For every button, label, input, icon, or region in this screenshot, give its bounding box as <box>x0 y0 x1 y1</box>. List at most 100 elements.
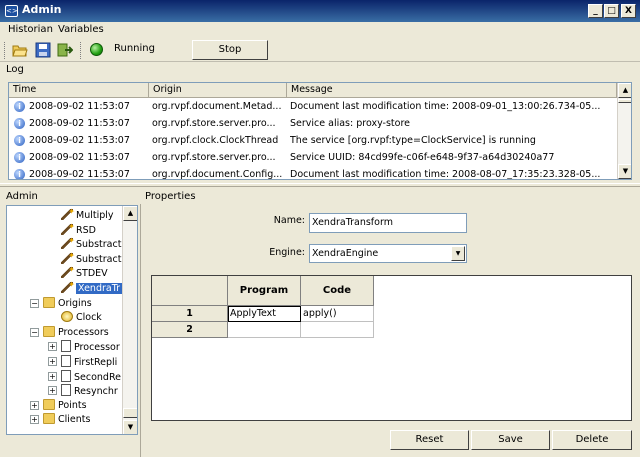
tree-node[interactable]: XendraTr <box>61 278 123 296</box>
log-row[interactable]: i 2008-09-02 11:53:07 org.rvpf.document.Co… <box>9 166 617 180</box>
expand-icon[interactable]: + <box>48 371 57 381</box>
grid-header-code[interactable]: Code <box>301 276 374 306</box>
admin-section-label: Admin <box>6 191 38 202</box>
tree-node[interactable]: RSD <box>61 220 96 238</box>
wand-icon <box>61 249 75 264</box>
tree-node[interactable]: Processors <box>43 325 109 340</box>
expand-icon[interactable]: + <box>30 415 39 425</box>
wand-icon <box>61 263 75 279</box>
expand-icon[interactable]: + <box>30 400 39 410</box>
log-scroll-thumb[interactable] <box>618 99 631 103</box>
maximize-button[interactable]: □ <box>604 4 619 18</box>
tree-node[interactable]: Points <box>43 398 87 413</box>
reset-button[interactable]: Reset <box>390 430 469 450</box>
running-indicator-icon <box>90 43 103 56</box>
panel-splitter[interactable] <box>0 183 640 187</box>
engine-select[interactable]: XendraEngine ▼ <box>309 244 467 263</box>
name-input[interactable]: XendraTransform <box>309 213 467 233</box>
document-icon <box>61 355 71 367</box>
scroll-down-icon[interactable]: ▼ <box>618 164 631 179</box>
log-scrollbar[interactable]: ▲ ▼ <box>617 83 631 179</box>
folder-icon <box>43 296 55 308</box>
grid-cell-code[interactable]: apply() <box>301 306 374 322</box>
log-cell-origin: org.rvpf.document.Config... <box>152 169 283 180</box>
tree-node-label: STDEV <box>76 268 108 280</box>
tree-node[interactable]: SecondRe <box>61 369 121 384</box>
grid-row-header[interactable]: 1 <box>152 306 228 322</box>
tree-scroll-down-icon[interactable]: ▼ <box>123 420 137 434</box>
tree-node-label: Substract <box>76 253 122 265</box>
grid-cell-program[interactable] <box>228 322 301 338</box>
folder-icon <box>43 413 55 425</box>
log-table[interactable]: Time Origin Message i 2008-09-02 11:53:07… <box>8 82 632 180</box>
tree-node-label: Multiply <box>76 210 114 221</box>
minimize-button[interactable]: _ <box>588 4 603 18</box>
grid-header-program[interactable]: Program <box>228 276 301 306</box>
tree-node[interactable]: Resynchr <box>61 384 118 398</box>
folder-icon <box>43 398 55 410</box>
tree-vertical-scrollbar[interactable]: ▲ <box>122 206 137 420</box>
toolbar-grip[interactable] <box>4 42 7 59</box>
log-header-time[interactable]: Time <box>9 83 149 98</box>
chevron-down-icon[interactable]: ▼ <box>451 246 465 261</box>
folder-icon <box>43 325 55 337</box>
log-row[interactable]: i 2008-09-02 11:53:07 org.rvpf.store.serve… <box>9 149 617 166</box>
tree-node-label: Origins <box>58 297 92 309</box>
log-header-message[interactable]: Message <box>287 83 617 98</box>
info-icon: i <box>14 101 25 112</box>
grid-row-header[interactable]: 2 <box>152 322 228 338</box>
tree-node-label: Processor <box>74 342 120 354</box>
folder-open-icon[interactable] <box>12 42 28 58</box>
tree-node-label: FirstRepli <box>74 357 118 368</box>
tree-node[interactable]: Processor <box>61 340 120 354</box>
menu-historian[interactable]: Historian <box>4 23 57 37</box>
tree-scroll-corner: ▼ <box>122 420 137 434</box>
properties-section-label: Properties <box>145 191 196 202</box>
stop-button[interactable]: Stop <box>192 40 268 60</box>
collapse-icon[interactable]: − <box>30 327 39 337</box>
expand-icon[interactable]: + <box>48 357 57 366</box>
save-button[interactable]: Save <box>471 430 550 450</box>
log-cell-message: Document last modification time: 2008-09… <box>290 101 601 112</box>
tree-node-label: Resynchr <box>74 386 118 398</box>
document-icon <box>61 384 71 397</box>
log-cell-message: The service [org.rvpf:type=ClockService]… <box>290 135 536 146</box>
expand-icon[interactable]: + <box>48 342 57 352</box>
menu-variables[interactable]: Variables <box>54 23 108 37</box>
log-cell-time: 2008-09-02 11:53:07 <box>29 101 130 112</box>
log-cell-message: Document last modification time: 2008-08… <box>290 169 601 180</box>
log-cell-time: 2008-09-02 11:53:07 <box>29 135 130 146</box>
close-button[interactable]: X <box>621 4 636 18</box>
grid-cell-code[interactable] <box>301 322 374 338</box>
log-cell-time: 2008-09-02 11:53:07 <box>29 118 130 129</box>
window-title: Admin <box>22 3 62 16</box>
delete-button[interactable]: Delete <box>552 430 632 450</box>
tree-node-label: Substract <box>76 239 122 251</box>
tree-node-label: Processors <box>58 326 109 338</box>
collapse-icon[interactable]: − <box>30 298 39 308</box>
title-bar[interactable]: <> Admin _ □ X <box>0 0 640 22</box>
tree-node[interactable]: Clock <box>61 311 102 325</box>
admin-tree[interactable]: Multiply RSD Substract Substract STDEV Xendra… <box>6 205 138 435</box>
status-text: Running <box>114 43 155 54</box>
log-cell-origin: org.rvpf.document.Metad... <box>152 101 282 112</box>
tree-scroll-up-icon[interactable]: ▲ <box>123 206 137 221</box>
tree-node[interactable]: Clients <box>43 413 90 427</box>
save-icon[interactable] <box>35 42 51 58</box>
tree-node[interactable]: FirstRepli <box>61 355 117 369</box>
wand-icon <box>61 278 75 293</box>
scroll-up-icon[interactable]: ▲ <box>618 83 631 98</box>
log-row[interactable]: i 2008-09-02 11:53:07 org.rvpf.store.serve… <box>9 115 617 132</box>
log-row[interactable]: i 2008-09-02 11:53:07 org.rvpf.document.Me… <box>9 98 617 115</box>
program-grid[interactable]: Program Code 1 ApplyText apply() 2 <box>151 275 632 421</box>
export-icon[interactable] <box>57 42 74 58</box>
grid-cell-program[interactable]: ApplyText <box>228 306 301 322</box>
tree-scroll-thumb[interactable] <box>123 408 137 418</box>
tree-node[interactable]: Origins <box>43 296 92 311</box>
tree-node-label: Clients <box>58 414 91 426</box>
expand-icon[interactable]: + <box>48 386 57 396</box>
engine-select-value: XendraEngine <box>312 248 379 259</box>
log-header-origin[interactable]: Origin <box>149 83 287 98</box>
log-row[interactable]: i 2008-09-02 11:53:07 org.rvpf.clock.Clock… <box>9 132 617 149</box>
log-cell-time: 2008-09-02 11:53:07 <box>29 169 130 180</box>
